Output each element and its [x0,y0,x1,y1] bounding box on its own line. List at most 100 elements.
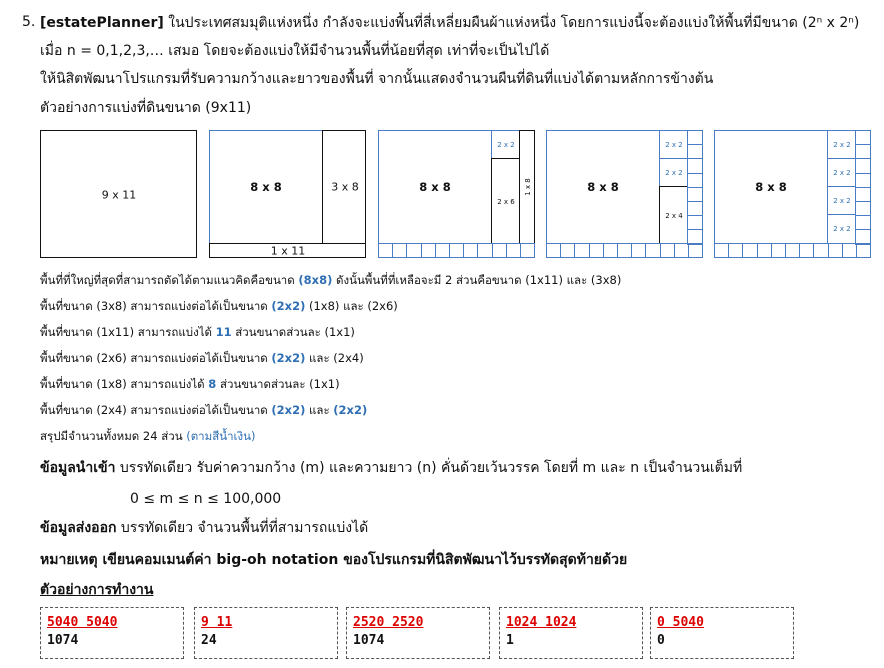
cell-1x1 [673,243,689,258]
example-input: 0 5040 [657,615,704,630]
problem-intro: [estatePlanner] ในประเทศสมมุติแห่งหนึ่ง … [40,14,859,32]
input-constraint: 0 ≤ m ≤ n ≤ 100,000 [130,491,282,507]
label-2x2: 2 x 2 [665,169,683,177]
output-text: บรรทัดเดียว จำนวนพื้นที่ที่สามารถแบ่งได้ [120,520,369,536]
text: พื้นที่ขนาด (2x6) สามารถแบ่งต่อได้เป็นขน… [40,351,268,365]
cell-1x1 [687,201,703,217]
cell-1x1 [855,130,871,146]
cell-1x1 [491,243,507,258]
region-2x2: 2 x 2 [827,186,856,215]
cell-1x1 [856,243,872,258]
label-9x11: 9 x 11 [101,188,137,202]
label-2x2: 2 x 2 [833,225,851,233]
cell-1x1 [588,243,604,258]
problem-tag: [estatePlanner] [40,15,164,31]
cell-1x1 [742,243,758,258]
intro-line-3: ให้นิสิตพัฒนาโปรแกรมที่รับความกว้างและยา… [40,71,714,87]
label-2x2: 2 x 2 [665,141,683,149]
region-2x4: 2 x 4 [659,186,688,244]
cell-1x1 [855,158,871,174]
explain-line-2: พื้นที่ขนาด (3x8) สามารถแบ่งต่อได้เป็นขน… [40,298,398,314]
intro-line-2: เมื่อ n = 0,1,2,3,… เสมอ โดยจะต้องแบ่งให… [40,43,550,59]
highlight: 8 [208,377,217,391]
highlight: (2x2) [271,299,306,313]
highlight: (2x2) [271,403,306,417]
highlight: (ตามสีน้ำเงิน) [186,429,256,443]
text: และ [309,403,330,417]
region-3x8: 3 x 8 [322,130,366,244]
text: พื้นที่ที่ใหญ่ที่สุดที่สามารถตัดได้ตามแน… [40,273,295,287]
cell-1x1 [799,243,815,258]
region-2x2: 2 x 2 [491,130,520,159]
label-8x8: 8 x 8 [755,180,787,194]
region-8x8: 8 x 8 [714,130,828,244]
label-2x2: 2 x 2 [497,141,515,149]
cell-1x1 [855,186,871,202]
region-2x2: 2 x 2 [659,158,688,187]
region-8x8: 8 x 8 [378,130,492,244]
figure-step-1: 8 x 8 3 x 8 1 x 11 [209,130,366,258]
example-box-3: 2520 2520 1074 [346,607,490,659]
intro-text: ในประเทศสมมุติแห่งหนึ่ง กำลังจะแบ่งพื้นท… [168,15,798,31]
highlight: (8x8) [298,273,333,287]
cell-1x1 [813,243,829,258]
cell-1x1 [420,243,436,258]
label-8x8: 8 x 8 [587,180,619,194]
cell-1x1 [785,243,801,258]
label-2x2: 2 x 2 [833,141,851,149]
input-title: ข้อมูลนำเข้า [40,460,116,476]
cell-1x1 [434,243,450,258]
label-3x8: 3 x 8 [331,180,359,194]
text: สรุปมีจำนวนทั้งหมด 24 ส่วน [40,429,183,443]
figure-step-2: 8 x 8 2 x 2 2 x 6 1 x 8 [378,130,536,258]
cell-1x1 [855,172,871,188]
region-2x6: 2 x 6 [491,158,520,244]
cell-1x1 [687,172,703,188]
cell-1x1 [406,243,422,258]
cell-1x1 [560,243,576,258]
example-input: 5040 5040 [47,615,118,630]
label-8x8: 8 x 8 [250,180,282,194]
explain-line-6: พื้นที่ขนาด (2x4) สามารถแบ่งต่อได้เป็นขน… [40,402,367,418]
cell-1x1 [687,144,703,160]
cell-1x1 [477,243,493,258]
cell-1x1 [687,186,703,202]
cell-1x1 [728,243,744,258]
cell-1x1 [631,243,647,258]
cell-1x1 [855,215,871,231]
region-2x2: 2 x 2 [827,158,856,187]
figure-step-3: 8 x 8 2 x 2 2 x 2 2 x 4 [546,130,704,258]
highlight: 11 [215,325,232,339]
cell-1x1 [827,243,843,258]
label-2x6: 2 x 6 [497,198,515,206]
cell-1x1 [659,243,675,258]
text: พื้นที่ขนาด (1x8) สามารถแบ่งได้ [40,377,205,391]
size-formula: (2ⁿ x 2ⁿ) [802,15,860,31]
explain-line-5: พื้นที่ขนาด (1x8) สามารถแบ่งได้ 8 ส่วนขน… [40,376,340,392]
cell-1x1 [855,229,871,245]
example-box-1: 5040 5040 1074 [40,607,184,659]
examples-title: ตัวอย่างการทำงาน [40,582,154,598]
text: ดังนั้นพื้นที่ที่เหลือจะมี 2 ส่วนคือขนาด… [336,273,622,287]
region-2x2: 2 x 2 [827,130,856,159]
text: พื้นที่ขนาด (3x8) สามารถแบ่งต่อได้เป็นขน… [40,299,268,313]
example-output: 1 [506,633,514,648]
example-input: 9 11 [201,615,233,630]
example-box-5: 0 5040 0 [650,607,794,659]
cell-1x1 [687,130,703,146]
output-title: ข้อมูลส่งออก [40,520,117,536]
example-output: 1074 [353,633,385,648]
explain-line-4: พื้นที่ขนาด (2x6) สามารถแบ่งต่อได้เป็นขน… [40,350,364,366]
region-8x8: 8 x 8 [546,130,660,244]
label-1x8: 1 x 8 [524,178,532,196]
input-text: บรรทัดเดียว รับค่าความกว้าง (m) และความย… [119,460,743,476]
cell-1x1 [855,201,871,217]
output-spec: ข้อมูลส่งออก บรรทัดเดียว จำนวนพื้นที่ที่… [40,519,368,537]
cell-1x1 [688,243,704,258]
figure-step-4: 8 x 8 2 x 2 2 x 2 2 x 2 2 x 2 [714,130,872,258]
text: (1x8) และ (2x6) [309,299,398,313]
region-2x2: 2 x 2 [827,214,856,244]
label-1x11: 1 x 11 [270,244,306,258]
example-output: 0 [657,633,665,648]
cell-1x1 [687,229,703,245]
